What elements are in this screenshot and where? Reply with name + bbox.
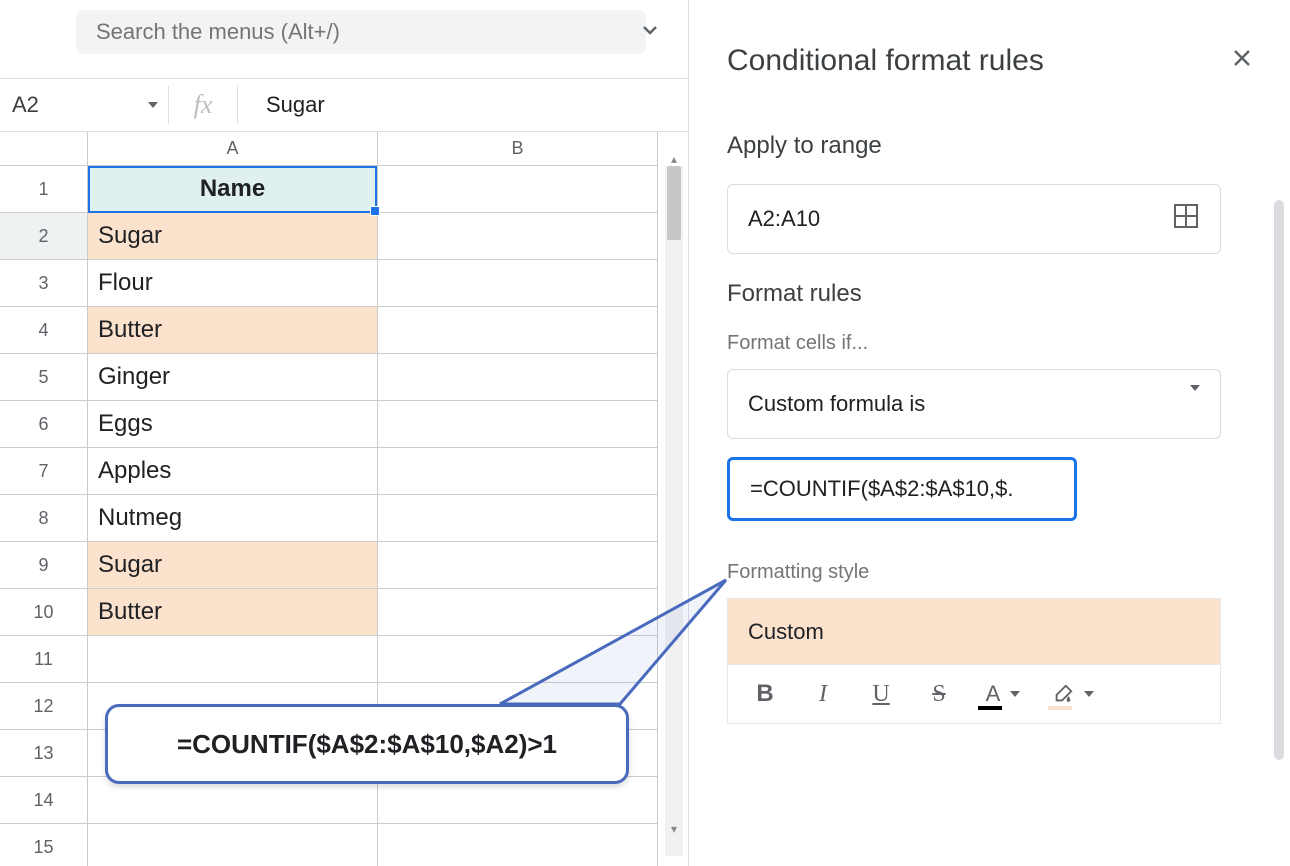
format-rules-label: Format rules — [727, 280, 1252, 308]
cell[interactable] — [88, 636, 378, 683]
menu-search-input[interactable] — [96, 19, 626, 45]
row-header[interactable]: 3 — [0, 260, 88, 307]
column-header-A[interactable]: A — [88, 132, 378, 166]
row-header[interactable]: 13 — [0, 730, 88, 777]
formula-callout: =COUNTIF($A$2:$A$10,$A2)>1 — [105, 704, 629, 784]
row-header[interactable]: 9 — [0, 542, 88, 589]
cell[interactable]: Butter — [88, 307, 378, 354]
fill-color-button[interactable] — [1038, 672, 1108, 716]
grid-row: 1Name — [0, 166, 680, 213]
grid-scroll-down-icon[interactable]: ▾ — [665, 820, 683, 838]
dropdown-icon — [1186, 391, 1200, 417]
close-icon[interactable] — [1232, 48, 1252, 74]
grid-row: 4Butter — [0, 307, 680, 354]
cell[interactable]: Eggs — [88, 401, 378, 448]
name-box-dropdown-icon[interactable] — [146, 92, 160, 118]
search-expand-icon[interactable] — [640, 20, 660, 40]
formatting-style-label: Formatting style — [727, 561, 1252, 584]
cell[interactable] — [88, 777, 378, 824]
grid-row: 11 — [0, 636, 680, 683]
grid-row: 9Sugar — [0, 542, 680, 589]
cell[interactable]: Sugar — [88, 213, 378, 260]
cell[interactable] — [378, 448, 658, 495]
row-header[interactable]: 1 — [0, 166, 88, 213]
cell[interactable] — [378, 354, 658, 401]
column-headers: A B — [0, 132, 680, 166]
row-header[interactable]: 10 — [0, 589, 88, 636]
cell[interactable]: Flour — [88, 260, 378, 307]
row-header[interactable]: 8 — [0, 495, 88, 542]
cell[interactable] — [378, 777, 658, 824]
panel-title: Conditional format rules — [727, 44, 1232, 78]
column-header-B[interactable]: B — [378, 132, 658, 166]
cell[interactable] — [378, 542, 658, 589]
row-header[interactable]: 6 — [0, 401, 88, 448]
name-box-value: A2 — [12, 92, 39, 118]
cell[interactable] — [378, 401, 658, 448]
name-box[interactable]: A2 — [0, 92, 168, 118]
style-preview: Custom — [727, 598, 1221, 664]
grid-row: 2Sugar — [0, 213, 680, 260]
text-color-button[interactable]: A — [968, 672, 1038, 716]
condition-value: Custom formula is — [748, 391, 925, 417]
grid-row: 7Apples — [0, 448, 680, 495]
cell[interactable]: Name — [88, 166, 378, 213]
condition-dropdown[interactable]: Custom formula is — [727, 369, 1221, 439]
grid-scrollbar-track[interactable] — [665, 166, 683, 856]
grid-row: 10Butter — [0, 589, 680, 636]
cell[interactable]: Nutmeg — [88, 495, 378, 542]
cell[interactable] — [88, 824, 378, 866]
grid-row: 5Ginger — [0, 354, 680, 401]
style-preview-text: Custom — [748, 619, 824, 645]
grid-row: 3Flour — [0, 260, 680, 307]
row-header[interactable]: 2 — [0, 213, 88, 260]
range-picker-icon[interactable] — [1172, 202, 1200, 236]
row-header[interactable]: 14 — [0, 777, 88, 824]
cell[interactable] — [378, 307, 658, 354]
panel-header: Conditional format rules — [689, 0, 1290, 106]
formula-callout-text: =COUNTIF($A$2:$A$10,$A2)>1 — [177, 729, 557, 760]
italic-button[interactable]: I — [794, 672, 852, 716]
conditional-format-panel: Conditional format rules Apply to range … — [688, 0, 1290, 866]
panel-body: Apply to range A2:A10 Format rules Forma… — [689, 106, 1290, 826]
cell[interactable] — [378, 636, 658, 683]
cell[interactable] — [378, 824, 658, 866]
apply-to-range-label: Apply to range — [727, 132, 1252, 160]
cell[interactable] — [378, 213, 658, 260]
range-field[interactable]: A2:A10 — [727, 184, 1221, 254]
grid-row: 6Eggs — [0, 401, 680, 448]
formula-input[interactable]: =COUNTIF($A$2:$A$10,$. — [727, 457, 1077, 521]
grid-row: 14 — [0, 777, 680, 824]
cell[interactable]: Apples — [88, 448, 378, 495]
cell[interactable] — [378, 166, 658, 213]
formula-bar-value[interactable]: Sugar — [238, 92, 325, 118]
menu-search[interactable] — [76, 10, 646, 54]
cell[interactable] — [378, 495, 658, 542]
style-toolbar: B I U S A — [727, 664, 1221, 724]
row-header[interactable]: 4 — [0, 307, 88, 354]
bold-button[interactable]: B — [736, 672, 794, 716]
select-all-corner[interactable] — [0, 132, 88, 166]
cell[interactable] — [378, 260, 658, 307]
row-header[interactable]: 7 — [0, 448, 88, 495]
row-header[interactable]: 11 — [0, 636, 88, 683]
range-value: A2:A10 — [748, 206, 820, 232]
grid-scrollbar-thumb[interactable] — [667, 166, 681, 240]
panel-scrollbar[interactable] — [1274, 200, 1284, 760]
format-cells-if-label: Format cells if... — [727, 332, 1252, 355]
formula-input-value: =COUNTIF($A$2:$A$10,$. — [750, 476, 1014, 502]
cell[interactable] — [378, 589, 658, 636]
grid-row: 15 — [0, 824, 680, 866]
cell[interactable]: Ginger — [88, 354, 378, 401]
fx-icon: fx — [168, 86, 238, 124]
row-header[interactable]: 15 — [0, 824, 88, 866]
strikethrough-button[interactable]: S — [910, 672, 968, 716]
row-header[interactable]: 5 — [0, 354, 88, 401]
grid-row: 8Nutmeg — [0, 495, 680, 542]
grid-scroll-up-icon[interactable]: ▴ — [665, 150, 683, 168]
underline-button[interactable]: U — [852, 672, 910, 716]
row-header[interactable]: 12 — [0, 683, 88, 730]
cell[interactable]: Butter — [88, 589, 378, 636]
cell[interactable]: Sugar — [88, 542, 378, 589]
